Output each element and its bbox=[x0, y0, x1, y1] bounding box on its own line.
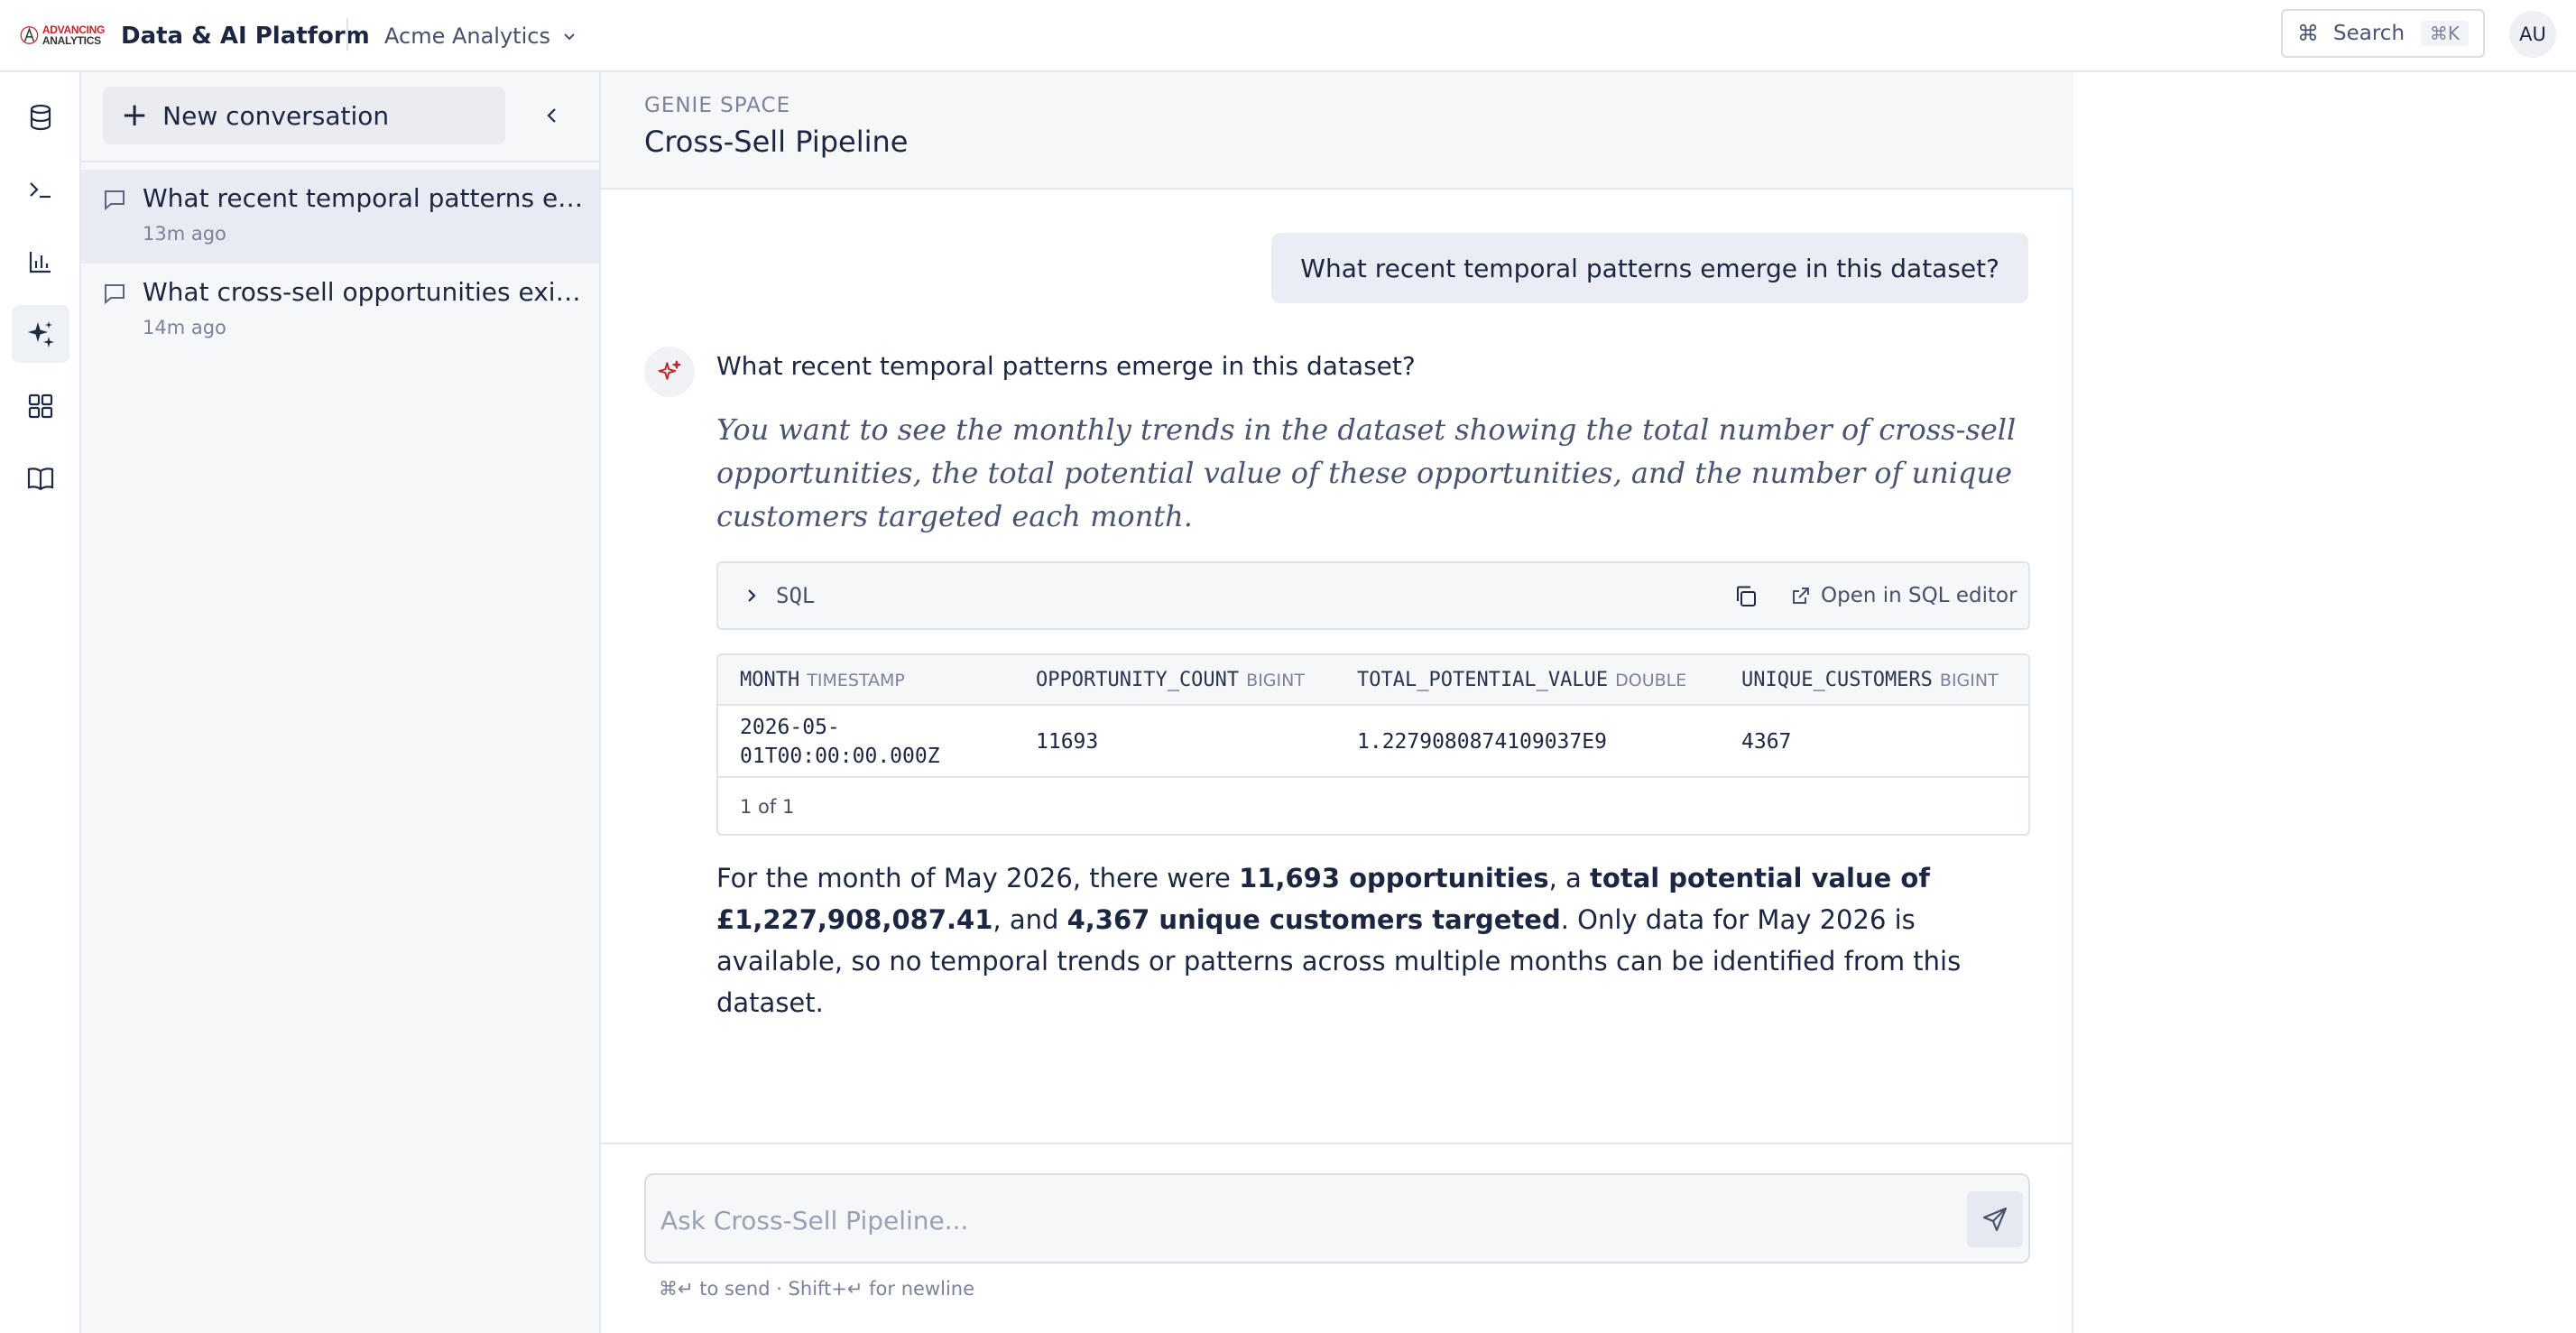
summary-text: , a bbox=[1548, 863, 1591, 893]
conversation-title: What cross-sell opportunities exist? bbox=[143, 277, 585, 307]
message-icon bbox=[105, 190, 125, 211]
workspace-name: Acme Analytics bbox=[384, 23, 550, 49]
column-name: TOTAL_POTENTIAL_VALUE bbox=[1357, 669, 1609, 691]
rail-docs-button[interactable] bbox=[12, 449, 69, 507]
sparkle-icon bbox=[658, 360, 681, 380]
page-title: Cross-Sell Pipeline bbox=[644, 125, 909, 159]
result-table: MONTH TIMESTAMP OPPORTUNITY_COUNT BIGINT T… bbox=[716, 653, 2030, 836]
answer-description: You want to see the monthly trends in th… bbox=[716, 412, 2017, 533]
book-icon bbox=[27, 467, 54, 491]
cell-text: 2026-05- bbox=[740, 716, 840, 739]
table-cell-unique-customers: 4367 bbox=[1741, 730, 1792, 754]
column-type: TIMESTAMP bbox=[807, 671, 905, 690]
space-header: GENIE SPACE Cross-Sell Pipeline bbox=[601, 72, 2073, 190]
column-name: MONTH bbox=[740, 669, 800, 691]
top-bar: ADVANCING ANALYTICS Data & AI Platform A… bbox=[0, 0, 2576, 72]
sql-toggle[interactable]: SQL bbox=[776, 579, 815, 612]
composer-hint: ⌘↵ to send · Shift+↵ for newline bbox=[659, 1278, 975, 1300]
conversation-item[interactable]: What cross-sell opportunities exist? 14m… bbox=[81, 264, 599, 357]
assistant-avatar bbox=[644, 347, 695, 397]
open-in-sql-editor-button[interactable]: Open in SQL editor bbox=[1790, 579, 2017, 612]
send-button[interactable] bbox=[1967, 1191, 2023, 1247]
rail-genie-button[interactable] bbox=[12, 305, 69, 363]
column-name: UNIQUE_CUSTOMERS bbox=[1741, 669, 1933, 691]
user-avatar[interactable]: AU bbox=[2509, 11, 2556, 58]
summary-text: For the month of May 2026, there were bbox=[716, 863, 1240, 893]
summary-text: , and bbox=[993, 904, 1067, 935]
column-header[interactable]: MONTH TIMESTAMP bbox=[740, 668, 905, 694]
chevron-left-icon bbox=[547, 108, 556, 123]
sql-panel: SQL Open in SQL editor bbox=[716, 561, 2030, 630]
user-message: What recent temporal patterns emerge in … bbox=[1271, 233, 2028, 303]
column-type: DOUBLE bbox=[1615, 671, 1687, 690]
workspace-selector[interactable]: Acme Analytics bbox=[384, 18, 576, 54]
copy-icon[interactable] bbox=[1732, 583, 1759, 610]
divider bbox=[601, 1143, 2073, 1144]
chevron-right-icon[interactable] bbox=[743, 585, 760, 606]
logo-text-line2: ANALYTICS bbox=[42, 34, 101, 47]
table-cell-month: 2026-05- 01T00:00:00.000Z bbox=[740, 713, 940, 771]
message-input[interactable] bbox=[660, 1197, 1906, 1244]
search-button[interactable]: ⌘ Search ⌘K bbox=[2281, 9, 2485, 58]
command-icon: ⌘ bbox=[2297, 21, 2319, 46]
column-header[interactable]: UNIQUE_CUSTOMERS BIGINT bbox=[1741, 668, 1999, 694]
cell-text: 01T00:00:00.000Z bbox=[740, 745, 940, 768]
terminal-icon bbox=[30, 182, 51, 199]
company-logo[interactable]: ADVANCING ANALYTICS bbox=[20, 16, 105, 54]
nav-rail bbox=[0, 72, 81, 1333]
table-pagination: 1 of 1 bbox=[740, 796, 795, 818]
table-cell-opportunity-count: 11693 bbox=[1036, 730, 1099, 754]
rail-data-button[interactable] bbox=[12, 88, 69, 146]
answer-question: What recent temporal patterns emerge in … bbox=[716, 351, 1416, 381]
open-sql-label: Open in SQL editor bbox=[1821, 584, 2017, 607]
search-shortcut: ⌘K bbox=[2420, 21, 2469, 46]
sparkle-icon bbox=[28, 321, 54, 347]
plus-icon: + bbox=[121, 97, 149, 134]
table-header: MONTH TIMESTAMP OPPORTUNITY_COUNT BIGINT T… bbox=[718, 655, 2028, 706]
divider bbox=[346, 18, 348, 51]
conversation-title: What recent temporal patterns emerge in … bbox=[143, 183, 585, 213]
column-type: BIGINT bbox=[1939, 671, 1999, 690]
conversation-time: 14m ago bbox=[143, 317, 226, 338]
database-icon bbox=[30, 104, 51, 131]
search-label: Search bbox=[2333, 22, 2405, 45]
rail-sql-button[interactable] bbox=[12, 161, 69, 218]
table-row: 2026-05- 01T00:00:00.000Z 11693 1.227908… bbox=[718, 706, 2028, 778]
column-header[interactable]: OPPORTUNITY_COUNT BIGINT bbox=[1036, 668, 1305, 694]
message-icon bbox=[105, 284, 125, 305]
bar-chart-icon bbox=[29, 252, 51, 273]
external-link-icon bbox=[1793, 588, 1809, 604]
app-title[interactable]: Data & AI Platform bbox=[121, 18, 370, 54]
table-cell-total-potential-value: 1.2279080874109037E9 bbox=[1357, 730, 1607, 754]
logo-mark-icon bbox=[20, 26, 39, 44]
conversation-item[interactable]: What recent temporal patterns emerge in … bbox=[81, 170, 599, 264]
column-name: OPPORTUNITY_COUNT bbox=[1036, 669, 1240, 691]
rail-apps-button[interactable] bbox=[12, 377, 69, 435]
divider bbox=[81, 161, 601, 162]
column-type: BIGINT bbox=[1246, 671, 1305, 690]
grid-icon bbox=[28, 393, 53, 419]
chevron-down-icon bbox=[564, 33, 575, 41]
conversation-sidebar: + New conversation What recent temporal … bbox=[81, 72, 601, 1333]
collapse-sidebar-button[interactable] bbox=[531, 94, 574, 137]
main-panel: GENIE SPACE Cross-Sell Pipeline What rec… bbox=[601, 72, 2073, 1333]
summary-highlight: 11,693 opportunities bbox=[1239, 863, 1549, 893]
summary-highlight: 4,367 unique customers targeted bbox=[1066, 904, 1561, 935]
answer-summary: For the month of May 2026, there were 11… bbox=[716, 857, 2043, 1023]
rail-dashboards-button[interactable] bbox=[12, 233, 69, 291]
column-header[interactable]: TOTAL_POTENTIAL_VALUE DOUBLE bbox=[1357, 668, 1686, 694]
space-eyebrow: GENIE SPACE bbox=[644, 94, 791, 117]
new-conversation-button[interactable]: + New conversation bbox=[103, 87, 505, 144]
send-icon bbox=[1982, 1207, 2008, 1232]
conversation-time: 13m ago bbox=[143, 223, 226, 245]
new-conversation-label: New conversation bbox=[162, 100, 390, 131]
message-composer bbox=[644, 1173, 2030, 1264]
